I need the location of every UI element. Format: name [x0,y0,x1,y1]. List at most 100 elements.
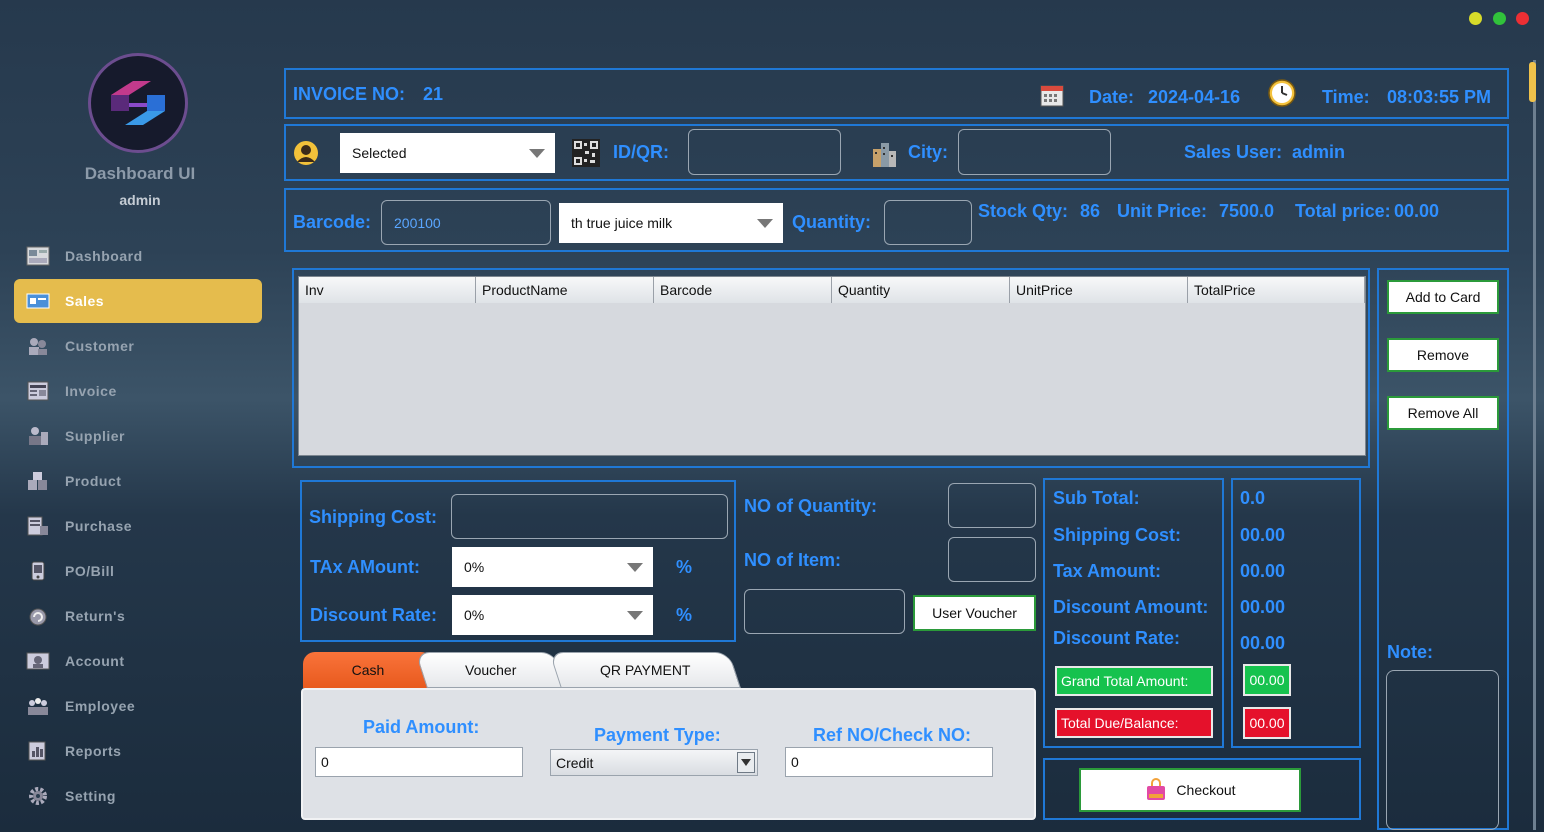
sidebar-item-label: Product [65,473,122,489]
city-input[interactable] [958,129,1111,175]
remove-button[interactable]: Remove [1387,338,1499,372]
no-of-quantity-label: NO of Quantity: [744,496,877,516]
sidebar-item-purchase[interactable]: Purchase [14,504,262,548]
ref-no-label: Ref NO/Check NO: [813,725,972,745]
sidebar-item-po-bill[interactable]: PO/Bill [14,549,262,593]
costs-panel: Shipping Cost: TAx AMount: 0% % Discount… [300,480,736,642]
no-of-item-label: NO of Item: [744,550,841,570]
barcode-input[interactable]: 200100 [381,200,551,245]
add-to-card-button[interactable]: Add to Card [1387,280,1499,314]
total-due-value: 00.00 [1243,707,1291,739]
sidebar-item-invoice[interactable]: Invoice [14,369,262,413]
sidebar-item-label: Supplier [65,428,126,444]
payment-type-value: Credit [556,754,594,771]
column-header-totalprice[interactable]: TotalPrice [1188,277,1365,303]
total-due-label: Total Due/Balance: [1055,708,1213,738]
idqr-input[interactable] [688,129,841,175]
sidebar-item-label: Customer [65,338,135,354]
tax-select[interactable]: 0% [452,547,653,587]
product-select[interactable]: th true juice milk [559,203,783,243]
scrollbar-track[interactable] [1533,60,1536,830]
account-icon [24,650,51,672]
cart-table[interactable]: Inv ProductName Barcode Quantity UnitPrice To… [298,276,1366,456]
checkout-button[interactable]: Checkout [1079,768,1301,812]
note-input[interactable] [1386,670,1499,830]
sidebar-item-return-s[interactable]: Return's [14,594,262,638]
tax-amount-label: TAx AMount: [310,557,420,577]
sidebar-item-customer[interactable]: Customer [14,324,262,368]
logo-icon [111,81,165,125]
tab-qr-payment[interactable]: QR PAYMENT [549,652,741,688]
stock-qty-value: 86 [1080,201,1101,221]
tab-cash[interactable]: Cash [303,652,433,688]
tax-percent-sign: % [676,557,693,577]
sidebar-item-label: Setting [65,788,116,804]
column-header-unitprice[interactable]: UnitPrice [1010,277,1188,303]
chevron-down-icon [757,219,773,228]
column-header-barcode[interactable]: Barcode [654,277,832,303]
remove-all-button[interactable]: Remove All [1387,396,1499,430]
sidebar-item-sales[interactable]: Sales [14,279,262,323]
column-header-productname[interactable]: ProductName [476,277,654,303]
supplier-icon [24,425,51,447]
no-of-item-input[interactable] [948,537,1036,582]
column-header-quantity[interactable]: Quantity [832,277,1010,303]
user-voucher-button[interactable]: User Voucher [913,595,1036,631]
column-header-inv[interactable]: Inv [299,277,476,303]
sidebar-item-supplier[interactable]: Supplier [14,414,262,458]
sidebar-item-reports[interactable]: Reports [14,729,262,773]
checkout-label: Checkout [1176,782,1236,798]
customer-select[interactable]: Selected [340,133,555,173]
sidebar-item-employee[interactable]: Employee [14,684,262,728]
clock-icon [1267,78,1297,113]
purchase-icon [24,515,51,537]
maximize-button[interactable] [1493,12,1506,25]
qr-code-icon[interactable] [572,139,600,172]
discount-amount-label: Discount Amount: [1053,597,1209,617]
po-bill-icon [24,560,51,582]
city-icon [871,139,897,172]
unit-price-label: Unit Price: [1117,201,1208,221]
sidebar-item-setting[interactable]: Setting [14,774,262,818]
minimize-button[interactable] [1469,12,1482,25]
sales-icon [24,290,51,312]
quantity-input[interactable] [884,200,972,245]
tax-select-value: 0% [464,559,485,575]
sidebar-item-label: Purchase [65,518,133,534]
customer-avatar-icon [293,140,319,171]
summary-shipping-value: 00.00 [1240,525,1286,545]
paid-amount-input[interactable]: 0 [315,747,523,777]
actions-panel: Add to Card Remove Remove All Note: [1377,268,1509,830]
invoice-label: INVOICE NO: [293,84,406,104]
sidebar-item-dashboard[interactable]: Dashboard [14,234,262,278]
summary-tax-label: Tax Amount: [1053,561,1161,581]
total-price-label: Total price: [1295,201,1391,221]
stock-qty-label: Stock Qty: [978,201,1069,221]
summary-discount-rate-value: 00.00 [1240,633,1286,653]
voucher-input[interactable] [744,589,905,634]
sidebar-item-label: Invoice [65,383,117,399]
ref-no-input[interactable]: 0 [785,747,993,777]
sub-total-label: Sub Total: [1053,488,1140,508]
sidebar-item-label: Return's [65,608,126,624]
discount-select[interactable]: 0% [452,595,653,635]
dashboard-icon [24,245,51,267]
sidebar-item-account[interactable]: Account [14,639,262,683]
discount-amount-value: 00.00 [1240,597,1286,617]
sidebar-item-product[interactable]: Product [14,459,262,503]
reports-icon [24,740,51,762]
tab-cash-label: Cash [351,662,385,678]
chevron-down-icon [627,611,643,620]
product-icon [24,470,51,492]
summary-tax-value: 00.00 [1240,561,1286,581]
tab-voucher[interactable]: Voucher [415,652,567,688]
payment-type-select[interactable]: Credit [550,749,758,776]
shipping-cost-input[interactable] [451,494,728,539]
no-of-quantity-input[interactable] [948,483,1036,528]
grand-total-value: 00.00 [1243,664,1291,696]
close-button[interactable] [1516,12,1529,25]
payment-panel: Paid Amount: 0 Payment Type: Credit Ref … [301,688,1036,820]
sidebar-item-label: PO/Bill [65,563,115,579]
table-header: Inv ProductName Barcode Quantity UnitPrice To… [299,277,1365,303]
scrollbar-thumb[interactable] [1529,62,1536,102]
